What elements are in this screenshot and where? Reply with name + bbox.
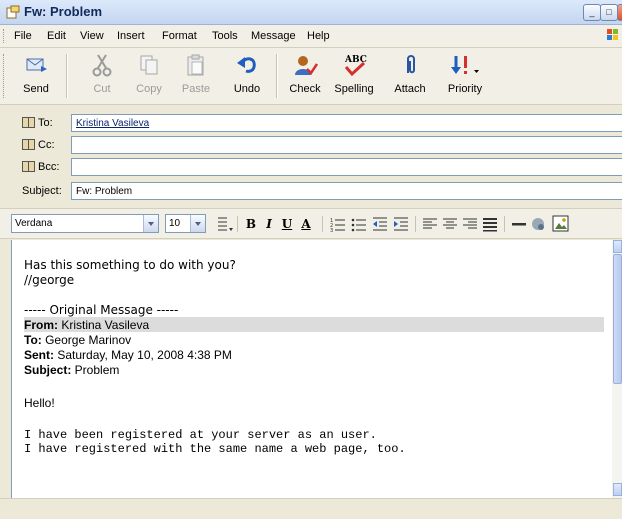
bullet-list-icon[interactable] <box>351 216 367 232</box>
scroll-up-arrow[interactable] <box>613 240 622 253</box>
align-left-icon[interactable] <box>422 216 438 232</box>
to-row: To: Kristina Vasileva <box>0 114 622 134</box>
to-label[interactable]: To: <box>38 117 53 129</box>
numbered-list-icon[interactable]: 1 2 3 <box>330 216 346 232</box>
status-bar <box>0 498 622 519</box>
format-separator <box>504 216 505 232</box>
address-book-icon[interactable] <box>22 117 35 128</box>
vertical-scrollbar[interactable] <box>612 240 622 498</box>
align-right-icon[interactable] <box>462 216 478 232</box>
to-field[interactable]: Kristina Vasileva <box>71 114 622 132</box>
address-book-icon[interactable] <box>22 139 35 150</box>
check-names-icon <box>295 56 318 75</box>
copy-button[interactable]: Copy <box>129 51 169 101</box>
title-bar[interactable]: Fw: Problem _ □ <box>0 0 622 25</box>
close-button[interactable] <box>617 4 622 21</box>
toolbar: Send Cut Copy Paste Undo Check ABC Spell… <box>0 48 622 105</box>
to-line: To: George Marinov <box>24 333 132 347</box>
italic-button[interactable]: I <box>262 216 276 232</box>
attach-button[interactable]: Attach <box>390 51 430 101</box>
paperclip-icon <box>407 55 415 74</box>
justify-icon[interactable] <box>482 216 498 232</box>
subject-field[interactable]: Fw: Problem <box>71 182 622 200</box>
menu-view[interactable]: View <box>80 30 104 42</box>
windows-flag-icon <box>607 29 618 40</box>
cc-row: Cc: <box>0 136 622 156</box>
maximize-button[interactable]: □ <box>600 4 618 21</box>
body-line: I have registered with the same name a w… <box>24 442 406 456</box>
formatting-toolbar: Verdana 10 B I U A 1 2 3 <box>0 208 622 239</box>
subject-line: Subject: Problem <box>24 363 120 377</box>
body-line: Hello! <box>24 396 55 410</box>
bcc-row: Bcc: <box>0 158 622 178</box>
send-icon <box>26 58 47 72</box>
toolbar-grip[interactable] <box>3 54 6 98</box>
format-separator <box>415 216 416 232</box>
menu-edit[interactable]: Edit <box>47 30 66 42</box>
original-message-separator: ----- Original Message ----- <box>24 303 179 317</box>
svg-text:3: 3 <box>330 228 333 232</box>
bold-button[interactable]: B <box>244 216 258 232</box>
cut-icon <box>92 54 112 77</box>
spelling-icon: ABC <box>344 55 367 77</box>
insert-picture-icon[interactable] <box>552 215 569 232</box>
body-line: Has this something to do with you? <box>24 258 236 272</box>
underline-button[interactable]: U <box>280 216 294 232</box>
align-center-icon[interactable] <box>442 216 458 232</box>
minimize-button[interactable]: _ <box>583 4 601 21</box>
message-headers: To: Kristina Vasileva Cc: Bcc: Subject: … <box>0 106 622 204</box>
increase-indent-icon[interactable] <box>393 216 409 232</box>
subject-label: Subject: <box>22 185 62 197</box>
new-message-icon <box>6 5 20 19</box>
sent-line: Sent: Saturday, May 10, 2008 4:38 PM <box>24 348 232 362</box>
menu-tools[interactable]: Tools <box>212 30 238 42</box>
format-separator <box>237 216 238 232</box>
menu-bar: File Edit View Insert Format Tools Messa… <box>0 25 622 48</box>
cc-label[interactable]: Cc: <box>38 139 55 151</box>
from-line: From: Kristina Vasileva <box>24 318 150 332</box>
font-size-value: 10 <box>169 218 181 229</box>
font-name-value: Verdana <box>15 218 53 229</box>
decrease-indent-icon[interactable] <box>372 216 388 232</box>
window-title: Fw: Problem <box>24 4 103 19</box>
scroll-thumb[interactable] <box>613 254 622 384</box>
menu-format[interactable]: Format <box>162 30 197 42</box>
font-color-button[interactable]: A <box>298 216 314 232</box>
scroll-down-arrow[interactable] <box>613 483 622 496</box>
chevron-down-icon[interactable] <box>143 215 158 232</box>
menu-insert[interactable]: Insert <box>117 30 145 42</box>
menu-help[interactable]: Help <box>307 30 330 42</box>
toolbar-separator <box>66 54 68 98</box>
cut-button[interactable]: Cut <box>82 51 122 101</box>
undo-icon <box>237 57 256 73</box>
body-line: I have been registered at your server as… <box>24 428 377 442</box>
paste-icon <box>187 54 204 76</box>
chevron-down-icon[interactable] <box>190 215 205 232</box>
message-body[interactable]: Has this something to do with you? //geo… <box>11 240 612 498</box>
horizontal-line-icon[interactable] <box>511 216 527 232</box>
priority-button[interactable]: Priority <box>441 51 489 101</box>
body-line: //george <box>24 273 75 287</box>
cc-field[interactable] <box>71 136 622 154</box>
bcc-label[interactable]: Bcc: <box>38 161 59 173</box>
undo-button[interactable]: Undo <box>227 51 267 101</box>
font-name-select[interactable]: Verdana <box>11 214 159 233</box>
send-button[interactable]: Send <box>16 51 56 101</box>
menu-file[interactable]: File <box>14 30 32 42</box>
priority-icon <box>451 56 479 74</box>
bcc-field[interactable] <box>71 158 622 176</box>
format-separator <box>322 216 323 232</box>
paragraph-style-icon[interactable] <box>216 215 234 233</box>
hyperlink-icon[interactable] <box>531 216 547 232</box>
subject-row: Subject: Fw: Problem <box>0 182 622 202</box>
check-names-button[interactable]: Check <box>285 51 325 101</box>
toolbar-grip[interactable] <box>3 29 6 43</box>
spelling-button[interactable]: ABC Spelling <box>331 51 377 101</box>
address-book-icon[interactable] <box>22 161 35 172</box>
paste-button[interactable]: Paste <box>176 51 216 101</box>
menu-message[interactable]: Message <box>251 30 296 42</box>
font-size-select[interactable]: 10 <box>165 214 206 233</box>
toolbar-separator <box>276 54 278 98</box>
copy-icon <box>140 55 158 75</box>
